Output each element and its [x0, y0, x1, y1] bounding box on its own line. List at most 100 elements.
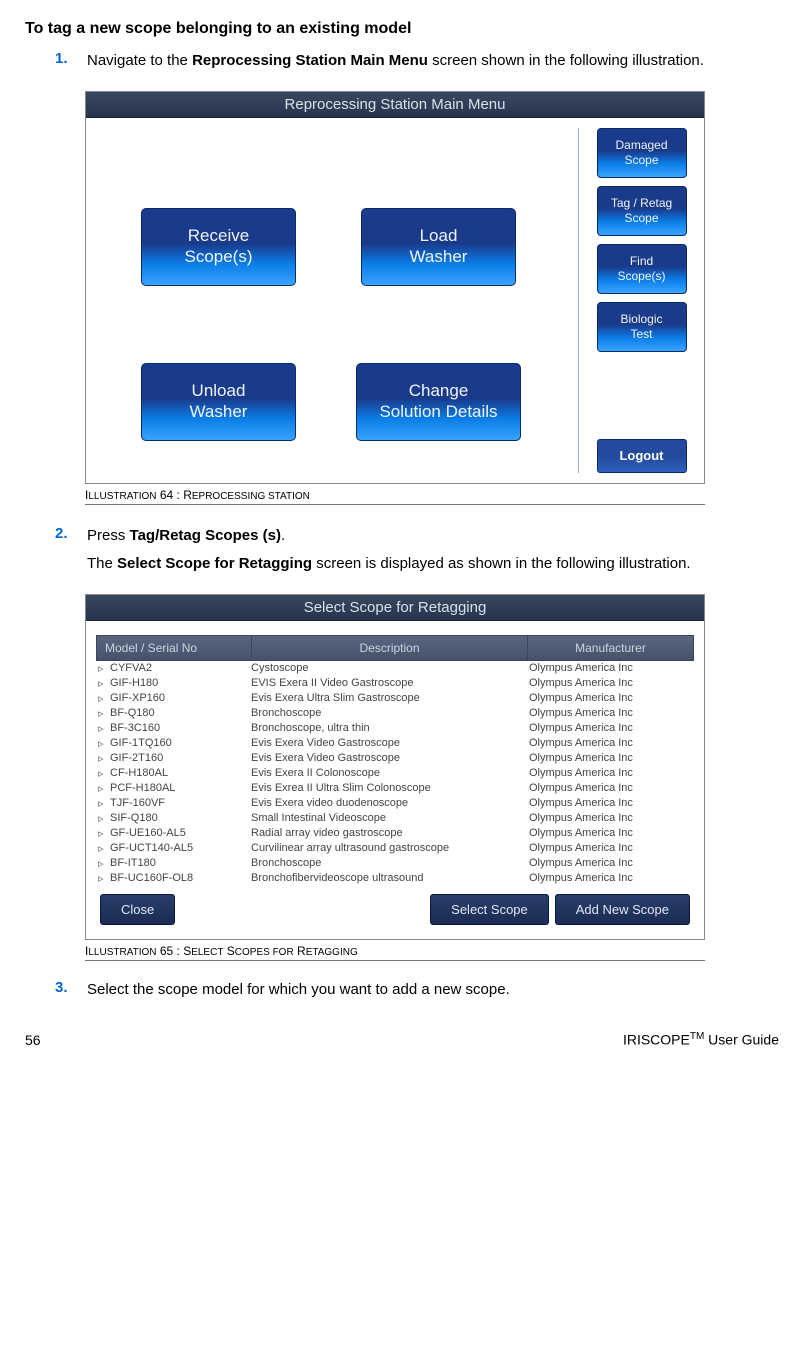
- menu-side-area: DamagedScope Tag / RetagScope FindScope(…: [589, 128, 704, 473]
- cap: ETAGGING: [306, 947, 358, 958]
- step-1: 1. Navigate to the Reprocessing Station …: [55, 50, 779, 73]
- cell-description: Small Intestinal Videoscope: [251, 812, 529, 825]
- table-row[interactable]: ▹BF-UC160F-OL8Bronchofibervideoscope ult…: [96, 871, 694, 886]
- expand-icon[interactable]: ▹: [96, 707, 110, 720]
- step-2-continuation: The Select Scope for Retagging screen is…: [87, 553, 779, 576]
- cell-manufacturer: Olympus America Inc: [529, 872, 694, 885]
- close-button[interactable]: Close: [100, 894, 175, 925]
- screenshot: Reprocessing Station Main Menu ReceiveSc…: [85, 91, 705, 484]
- table-row[interactable]: ▹CYFVA2CystoscopeOlympus America Inc: [96, 661, 694, 676]
- cell-manufacturer: Olympus America Inc: [529, 797, 694, 810]
- illustration-caption: ILLUSTRATION 65 : SELECT SCOPES FOR RETA…: [85, 940, 705, 961]
- table-row[interactable]: ▹TJF-160VFEvis Exera video duodenoscopeO…: [96, 796, 694, 811]
- titlebar: Reprocessing Station Main Menu: [86, 92, 704, 118]
- tag-retag-scope-button[interactable]: Tag / RetagScope: [597, 186, 687, 236]
- illustration-caption: ILLUSTRATION 64 : REPROCESSING STATION: [85, 484, 705, 505]
- suffix: User Guide: [704, 1032, 779, 1048]
- cap: S: [223, 944, 234, 958]
- find-scope-button[interactable]: FindScope(s): [597, 244, 687, 294]
- cell-manufacturer: Olympus America Inc: [529, 662, 694, 675]
- cell-model: BF-3C160: [110, 722, 251, 735]
- cell-manufacturer: Olympus America Inc: [529, 737, 694, 750]
- cell-model: BF-IT180: [110, 857, 251, 870]
- col-model[interactable]: Model / Serial No: [97, 636, 252, 660]
- cell-model: BF-UC160F-OL8: [110, 872, 251, 885]
- table-row[interactable]: ▹GF-UCT140-AL5Curvilinear array ultrasou…: [96, 841, 694, 856]
- menu-body: ReceiveScope(s) LoadWasher UnloadWasher …: [86, 118, 704, 483]
- table-row[interactable]: ▹CF-H180ALEvis Exera II ColonoscopeOlymp…: [96, 766, 694, 781]
- menu-main-area: ReceiveScope(s) LoadWasher UnloadWasher …: [86, 128, 579, 473]
- cell-manufacturer: Olympus America Inc: [529, 692, 694, 705]
- expand-icon[interactable]: ▹: [96, 662, 110, 675]
- expand-icon[interactable]: ▹: [96, 872, 110, 885]
- step-number: 1.: [55, 50, 87, 73]
- table-row[interactable]: ▹PCF-H180ALEvis Exrea II Ultra Slim Colo…: [96, 781, 694, 796]
- step-2: 2. Press Tag/Retag Scopes (s).: [55, 525, 779, 548]
- add-new-scope-button[interactable]: Add New Scope: [555, 894, 690, 925]
- damaged-scope-button[interactable]: DamagedScope: [597, 128, 687, 178]
- expand-icon[interactable]: ▹: [96, 842, 110, 855]
- table-row[interactable]: ▹GIF-2T160Evis Exera Video GastroscopeOl…: [96, 751, 694, 766]
- cell-manufacturer: Olympus America Inc: [529, 707, 694, 720]
- cell-description: Evis Exera video duodenoscope: [251, 797, 529, 810]
- expand-icon[interactable]: ▹: [96, 752, 110, 765]
- table-row[interactable]: ▹BF-3C160Bronchoscope, ultra thinOlympus…: [96, 721, 694, 736]
- expand-icon[interactable]: ▹: [96, 737, 110, 750]
- step-3: 3. Select the scope model for which you …: [55, 979, 779, 1002]
- cap: COPES FOR: [235, 947, 294, 958]
- table-row[interactable]: ▹GIF-XP160Evis Exera Ultra Slim Gastrosc…: [96, 691, 694, 706]
- text: Press: [87, 527, 130, 544]
- col-manufacturer[interactable]: Manufacturer: [528, 636, 693, 660]
- cell-description: Radial array video gastroscope: [251, 827, 529, 840]
- cell-manufacturer: Olympus America Inc: [529, 782, 694, 795]
- text: .: [281, 527, 285, 544]
- text: Navigate to the: [87, 52, 192, 69]
- table-row[interactable]: ▹GF-UE160-AL5Radial array video gastrosc…: [96, 826, 694, 841]
- cell-description: Cystoscope: [251, 662, 529, 675]
- text: screen is displayed as shown in the foll…: [312, 555, 691, 572]
- text: screen shown in the following illustrati…: [428, 52, 704, 69]
- titlebar: Select Scope for Retagging: [86, 595, 704, 621]
- expand-icon[interactable]: ▹: [96, 722, 110, 735]
- receive-scope-button[interactable]: ReceiveScope(s): [141, 208, 296, 286]
- unload-washer-button[interactable]: UnloadWasher: [141, 363, 296, 441]
- bold: Reprocessing Station Main Menu: [192, 52, 428, 69]
- expand-icon[interactable]: ▹: [96, 857, 110, 870]
- cap: 64 : R: [157, 488, 192, 502]
- cell-model: GIF-1TQ160: [110, 737, 251, 750]
- table-header: Model / Serial No Description Manufactur…: [96, 635, 694, 661]
- cell-manufacturer: Olympus America Inc: [529, 812, 694, 825]
- cell-description: Curvilinear array ultrasound gastroscope: [251, 842, 529, 855]
- col-description[interactable]: Description: [252, 636, 528, 660]
- table-row[interactable]: ▹SIF-Q180Small Intestinal VideoscopeOlym…: [96, 811, 694, 826]
- load-washer-button[interactable]: LoadWasher: [361, 208, 516, 286]
- step-text: Navigate to the Reprocessing Station Mai…: [87, 50, 779, 73]
- expand-icon[interactable]: ▹: [96, 812, 110, 825]
- step-text: Press Tag/Retag Scopes (s).: [87, 525, 779, 548]
- illustration-64: Reprocessing Station Main Menu ReceiveSc…: [85, 91, 705, 505]
- step-text: Select the scope model for which you wan…: [87, 979, 779, 1002]
- cell-manufacturer: Olympus America Inc: [529, 722, 694, 735]
- cell-model: SIF-Q180: [110, 812, 251, 825]
- page-footer: 56 IRISCOPETM User Guide: [25, 1031, 779, 1048]
- logout-button[interactable]: Logout: [597, 439, 687, 473]
- expand-icon[interactable]: ▹: [96, 677, 110, 690]
- table-row[interactable]: ▹GIF-H180EVIS Exera II Video Gastroscope…: [96, 676, 694, 691]
- step-number: 2.: [55, 525, 87, 548]
- cell-manufacturer: Olympus America Inc: [529, 752, 694, 765]
- table-row[interactable]: ▹BF-IT180BronchoscopeOlympus America Inc: [96, 856, 694, 871]
- expand-icon[interactable]: ▹: [96, 767, 110, 780]
- table-row[interactable]: ▹GIF-1TQ160Evis Exera Video GastroscopeO…: [96, 736, 694, 751]
- bold: Tag/Retag Scopes (s): [130, 527, 281, 544]
- cell-description: Bronchofibervideoscope ultrasound: [251, 872, 529, 885]
- text: The: [87, 555, 117, 572]
- expand-icon[interactable]: ▹: [96, 797, 110, 810]
- change-solution-button[interactable]: ChangeSolution Details: [356, 363, 521, 441]
- biologic-test-button[interactable]: BiologicTest: [597, 302, 687, 352]
- expand-icon[interactable]: ▹: [96, 692, 110, 705]
- select-scope-button[interactable]: Select Scope: [430, 894, 549, 925]
- cell-manufacturer: Olympus America Inc: [529, 827, 694, 840]
- expand-icon[interactable]: ▹: [96, 782, 110, 795]
- expand-icon[interactable]: ▹: [96, 827, 110, 840]
- table-row[interactable]: ▹BF-Q180BronchoscopeOlympus America Inc: [96, 706, 694, 721]
